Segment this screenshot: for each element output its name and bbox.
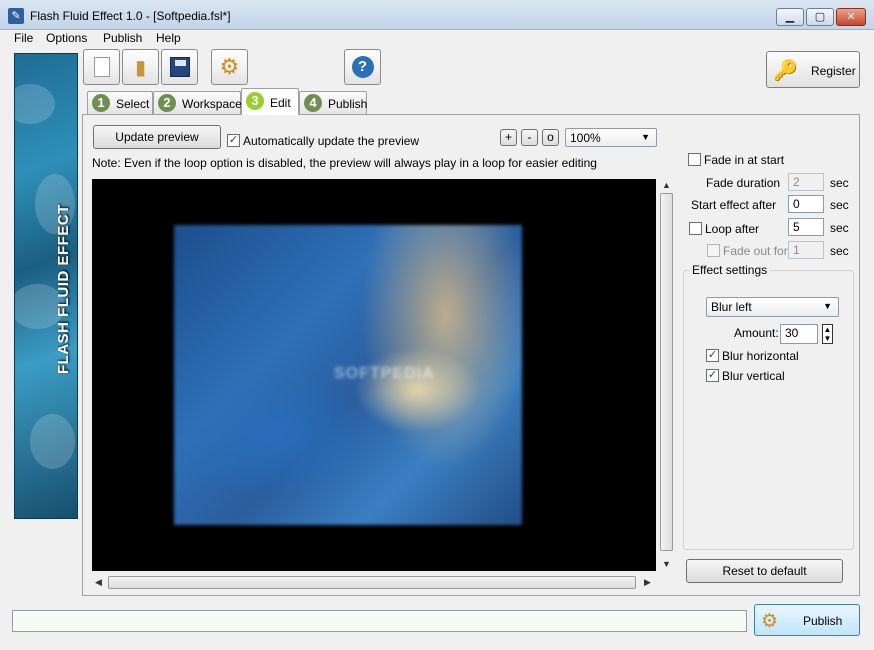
horizontal-scroll-thumb[interactable]	[108, 576, 636, 589]
vertical-scroll-thumb[interactable]	[660, 193, 673, 551]
chevron-down-icon: ▼	[641, 132, 650, 142]
settings-button[interactable]: ⚙	[211, 49, 248, 85]
blur-horizontal-checkbox[interactable]: ✓	[706, 349, 719, 362]
start-after-input[interactable]: 0	[788, 195, 824, 213]
tab-label: Select	[116, 97, 150, 111]
zoom-reset-button[interactable]: o	[542, 129, 559, 146]
fade-duration-label: Fade duration	[706, 176, 781, 190]
zoom-value: 100%	[570, 131, 601, 145]
publish-button[interactable]: ⚙ Publish	[754, 604, 860, 636]
open-folder-icon: ▮	[134, 56, 146, 79]
blur-vertical-label: Blur vertical	[722, 369, 785, 383]
fade-out-label: Fade out for	[723, 244, 788, 258]
progress-field	[12, 610, 747, 632]
minimize-button[interactable]: ▁	[776, 8, 804, 26]
effect-type-value: Blur left	[711, 300, 752, 314]
loop-note: Note: Even if the loop option is disable…	[92, 156, 597, 170]
tab-label: Workspace	[182, 97, 242, 111]
sidebar-banner: FLASH FLUID EFFECT	[14, 53, 78, 519]
blur-horizontal-label: Blur horizontal	[722, 349, 799, 363]
loop-checkbox[interactable]	[689, 222, 702, 235]
tab-number: 2	[158, 94, 176, 112]
fade-duration-unit: sec	[830, 176, 849, 190]
banner-logo-text: FLASH FLUID EFFECT	[55, 204, 72, 374]
blur-vertical-checkbox[interactable]: ✓	[706, 369, 719, 382]
scroll-up-icon[interactable]: ▲	[662, 180, 671, 190]
preview-watermark: SOFTPEDIA	[334, 365, 435, 382]
tab-label: Publish	[328, 97, 368, 111]
auto-update-label: Automatically update the preview	[243, 134, 420, 148]
auto-update-checkbox[interactable]: ✓	[227, 134, 240, 147]
tab-number: 1	[92, 94, 110, 112]
zoom-select[interactable]: 100% ▼	[565, 128, 657, 147]
preview-canvas[interactable]: SOFTPEDIA	[92, 179, 656, 571]
gear-icon: ⚙	[761, 611, 779, 632]
register-button[interactable]: 🔑 Register	[766, 51, 860, 88]
tab-publish[interactable]: 4 Publish	[299, 91, 367, 114]
preview-horizontal-scrollbar[interactable]: ◀ ▶	[92, 574, 656, 591]
maximize-button[interactable]: ▢	[806, 8, 834, 26]
tab-workspace[interactable]: 2 Workspace	[153, 91, 242, 114]
help-button[interactable]: ?	[344, 49, 381, 85]
scroll-left-icon[interactable]: ◀	[95, 577, 102, 588]
fade-in-label: Fade in at start	[704, 153, 785, 167]
scroll-right-icon[interactable]: ▶	[644, 577, 651, 588]
amount-input[interactable]: 30	[780, 324, 818, 344]
menu-publish[interactable]: Publish	[103, 31, 142, 45]
fade-in-checkbox[interactable]	[688, 153, 701, 166]
fade-out-input[interactable]: 1	[788, 241, 824, 259]
loop-label: Loop after	[705, 222, 760, 236]
new-button[interactable]	[83, 49, 120, 85]
amount-spinner[interactable]: ▲ ▼	[822, 324, 833, 344]
chevron-down-icon: ▼	[823, 301, 832, 311]
tab-label: Edit	[270, 96, 291, 110]
menu-help[interactable]: Help	[156, 31, 181, 45]
preview-image: SOFTPEDIA	[174, 225, 522, 525]
save-button[interactable]	[161, 49, 198, 85]
save-disk-icon	[169, 57, 190, 77]
fade-duration-input[interactable]: 2	[788, 173, 824, 191]
fade-out-checkbox[interactable]	[707, 244, 720, 257]
scroll-down-icon[interactable]: ▼	[662, 559, 671, 569]
zoom-in-button[interactable]: +	[500, 129, 517, 146]
preview-vertical-scrollbar[interactable]: ▲ ▼	[658, 179, 675, 571]
start-after-label: Start effect after	[691, 198, 777, 212]
amount-label: Amount:	[734, 326, 779, 340]
menu-options[interactable]: Options	[46, 31, 87, 45]
close-button[interactable]: ✕	[836, 8, 866, 26]
update-preview-button[interactable]: Update preview	[93, 125, 221, 149]
loop-input[interactable]: 5	[788, 218, 824, 236]
reset-default-button[interactable]: Reset to default	[686, 559, 843, 583]
new-document-icon	[93, 57, 110, 77]
effect-type-select[interactable]: Blur left ▼	[706, 297, 839, 317]
tab-number: 4	[304, 94, 322, 112]
window-title: Flash Fluid Effect 1.0 - [Softpedia.fsl*…	[30, 9, 231, 23]
app-icon: ✎	[8, 8, 24, 24]
menu-file[interactable]: File	[14, 31, 33, 45]
tab-select[interactable]: 1 Select	[87, 91, 153, 114]
tab-number: 3	[246, 92, 264, 110]
open-button[interactable]: ▮	[122, 49, 159, 85]
effect-settings-title: Effect settings	[689, 263, 771, 277]
gear-icon: ⚙	[219, 54, 240, 79]
publish-label: Publish	[803, 614, 843, 628]
register-label: Register	[811, 64, 856, 78]
zoom-out-button[interactable]: -	[521, 129, 538, 146]
keys-icon: 🔑	[773, 60, 798, 82]
help-icon: ?	[351, 56, 374, 78]
start-after-unit: sec	[830, 198, 849, 212]
fade-out-unit: sec	[830, 244, 849, 258]
tab-edit[interactable]: 3 Edit	[241, 88, 299, 115]
loop-unit: sec	[830, 221, 849, 235]
